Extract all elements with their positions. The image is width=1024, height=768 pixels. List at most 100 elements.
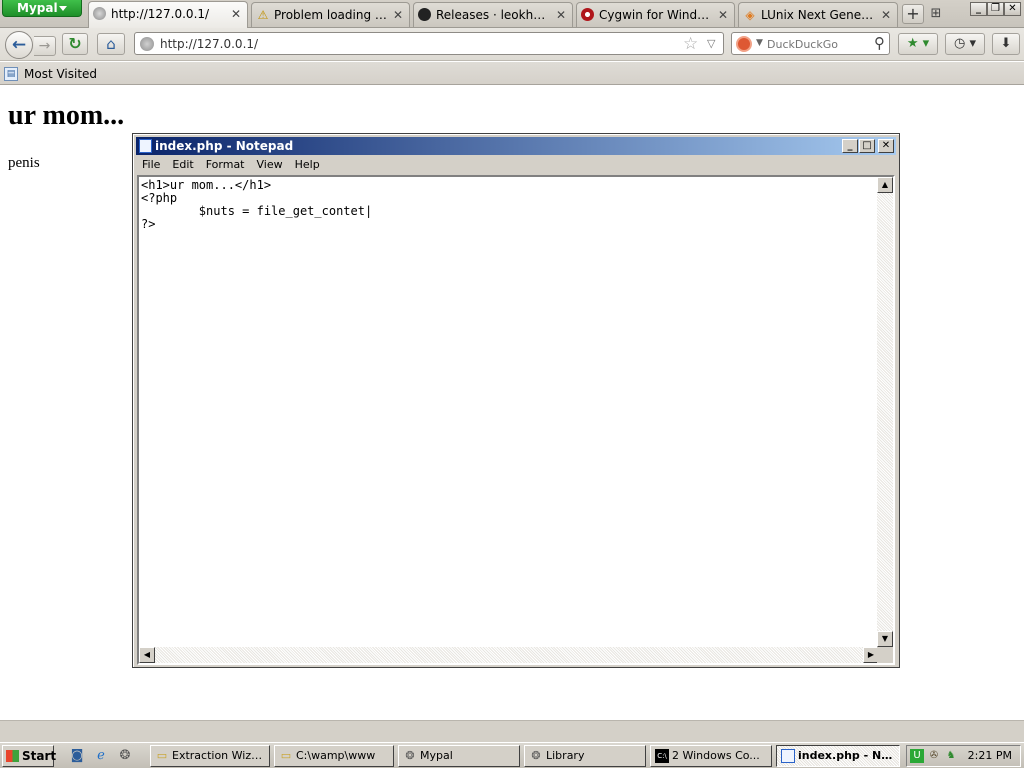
scroll-up-icon[interactable]: ▲ xyxy=(877,177,893,193)
tray-network-icon[interactable]: ♞ xyxy=(944,749,958,763)
forward-button[interactable]: → xyxy=(34,36,56,56)
menu-edit[interactable]: Edit xyxy=(166,156,199,174)
minimize-button[interactable]: _ xyxy=(842,139,858,153)
mypal-icon: ❂ xyxy=(405,749,415,762)
tab-label: Cygwin for Windows X... xyxy=(599,8,734,22)
chevron-down-icon xyxy=(59,6,67,11)
github-icon xyxy=(418,8,431,21)
resize-grip[interactable] xyxy=(877,647,893,663)
task-library[interactable]: ❂ Library xyxy=(524,745,646,767)
tab-lunix[interactable]: ◈ LUnix Next Generation... ✕ xyxy=(738,2,898,27)
task-label: Library xyxy=(546,749,585,762)
tab-localhost[interactable]: http://127.0.0.1/ ✕ xyxy=(88,1,248,28)
browser-status-strip xyxy=(0,720,1024,742)
tray-wamp-icon[interactable]: ✇ xyxy=(927,749,941,763)
app-menu-button[interactable]: Mypal xyxy=(2,0,82,17)
page-heading: ur mom... xyxy=(8,100,125,131)
task-notepad[interactable]: index.php - Not... xyxy=(776,745,900,767)
notepad-menu-bar: File Edit Format View Help xyxy=(136,156,896,174)
bookmark-label: Most Visited xyxy=(24,67,98,81)
tray-app-icon[interactable]: U xyxy=(910,749,924,763)
page-body-text: penis xyxy=(8,155,40,171)
back-button[interactable]: ← xyxy=(5,31,33,59)
bookmarks-toolbar: ▤ Most Visited xyxy=(0,62,1024,85)
tab-problem-loading[interactable]: ⚠ Problem loading page ✕ xyxy=(251,2,410,27)
bookmark-most-visited[interactable]: ▤ Most Visited xyxy=(4,65,97,83)
taskbar: Start ◙ ℯ ❂ ▭ Extraction Wizard ▭ C:\wam… xyxy=(0,742,1024,768)
maximize-button[interactable]: □ xyxy=(859,139,875,153)
tab-list-icon[interactable]: ⊞ xyxy=(928,6,944,22)
minimize-button[interactable]: _ xyxy=(970,2,987,16)
tab-label: http://127.0.0.1/ xyxy=(111,7,210,21)
cygwin-icon xyxy=(581,8,594,21)
tab-releases[interactable]: Releases · leokhoa/lar... ✕ xyxy=(413,2,573,27)
system-tray: U ✇ ♞ 2:21 PM xyxy=(906,745,1021,767)
maximize-button[interactable]: ❐ xyxy=(987,2,1004,16)
menu-format[interactable]: Format xyxy=(200,156,251,174)
menu-file[interactable]: File xyxy=(136,156,166,174)
clock[interactable]: 2:21 PM xyxy=(968,746,1012,766)
menu-help[interactable]: Help xyxy=(289,156,326,174)
close-icon[interactable]: ✕ xyxy=(718,3,728,27)
url-bar[interactable]: ☆ ▽ xyxy=(134,32,724,55)
show-desktop-icon[interactable]: ◙ xyxy=(68,747,86,765)
navigation-toolbar: ← → ↻ ⌂ ☆ ▽ ▼ ⚲ ★ ▾ ◷ ▾ ⬇ xyxy=(0,28,1024,61)
url-input[interactable] xyxy=(160,36,680,52)
task-wamp-folder[interactable]: ▭ C:\wamp\www xyxy=(274,745,394,767)
vertical-scrollbar[interactable]: ▲ ▼ xyxy=(877,177,893,647)
warning-icon: ⚠ xyxy=(257,8,269,22)
search-input[interactable] xyxy=(767,36,867,52)
history-button[interactable]: ◷ ▾ xyxy=(945,33,985,55)
scroll-down-icon[interactable]: ▼ xyxy=(877,631,893,647)
task-label: Extraction Wizard xyxy=(172,749,269,762)
folder-icon: ▭ xyxy=(156,749,168,762)
duckduckgo-icon[interactable] xyxy=(736,36,752,52)
notepad-icon xyxy=(139,139,152,153)
internet-explorer-icon[interactable]: ℯ xyxy=(92,747,110,765)
notepad-icon xyxy=(781,749,795,763)
close-icon[interactable]: ✕ xyxy=(393,3,403,27)
task-label: index.php - Not... xyxy=(798,749,899,762)
chevron-down-icon[interactable]: ▽ xyxy=(707,37,715,50)
search-icon[interactable]: ⚲ xyxy=(874,34,885,52)
mypal-icon: ❂ xyxy=(531,749,541,762)
notepad-text[interactable]: <h1>ur mom...</h1> <?php $nuts = file_ge… xyxy=(141,179,879,645)
tab-bar: Mypal http://127.0.0.1/ ✕ ⚠ Problem load… xyxy=(0,0,1024,28)
folder-icon: ▭ xyxy=(280,749,292,762)
chevron-down-icon[interactable]: ▼ xyxy=(756,38,763,48)
close-window-button[interactable]: ✕ xyxy=(1004,2,1021,16)
task-label: 2 Windows Co... xyxy=(672,749,760,762)
task-windows-console[interactable]: C:\ 2 Windows Co... xyxy=(650,745,772,767)
scroll-left-icon[interactable]: ◀ xyxy=(139,647,155,663)
tab-cygwin[interactable]: Cygwin for Windows X... ✕ xyxy=(576,2,735,27)
notepad-window[interactable]: index.php - Notepad _ □ ✕ File Edit Format… xyxy=(132,133,900,668)
downloads-button[interactable]: ⬇ xyxy=(992,33,1020,55)
new-tab-button[interactable]: + xyxy=(902,4,924,24)
notepad-title-bar[interactable]: index.php - Notepad _ □ ✕ xyxy=(136,137,896,155)
search-bar[interactable]: ▼ ⚲ xyxy=(731,32,890,55)
tab-label: LUnix Next Generation... xyxy=(761,8,897,22)
notepad-edit-area[interactable]: <h1>ur mom...</h1> <?php $nuts = file_ge… xyxy=(137,175,895,665)
console-icon: C:\ xyxy=(655,749,669,763)
star-icon[interactable]: ☆ xyxy=(683,34,698,54)
horizontal-scrollbar[interactable]: ◀ ▶ xyxy=(139,647,879,663)
bookmarks-button[interactable]: ★ ▾ xyxy=(898,33,938,55)
globe-icon xyxy=(93,7,106,20)
windows-logo-icon xyxy=(6,750,19,762)
close-icon[interactable]: ✕ xyxy=(231,2,241,26)
reload-button[interactable]: ↻ xyxy=(62,33,88,55)
close-icon[interactable]: ✕ xyxy=(881,3,891,27)
folder-icon: ▤ xyxy=(4,67,18,81)
menu-view[interactable]: View xyxy=(251,156,289,174)
globe-icon xyxy=(140,37,154,51)
start-button[interactable]: Start xyxy=(2,745,56,767)
home-button[interactable]: ⌂ xyxy=(97,33,125,55)
task-mypal[interactable]: ❂ Mypal xyxy=(398,745,520,767)
task-label: Mypal xyxy=(420,749,453,762)
close-icon[interactable]: ✕ xyxy=(556,3,566,27)
task-extraction-wizard[interactable]: ▭ Extraction Wizard xyxy=(150,745,270,767)
diamond-icon: ◈ xyxy=(745,8,755,22)
mypal-icon[interactable]: ❂ xyxy=(116,747,134,765)
notepad-title: index.php - Notepad xyxy=(155,139,294,153)
close-window-button[interactable]: ✕ xyxy=(878,139,894,153)
